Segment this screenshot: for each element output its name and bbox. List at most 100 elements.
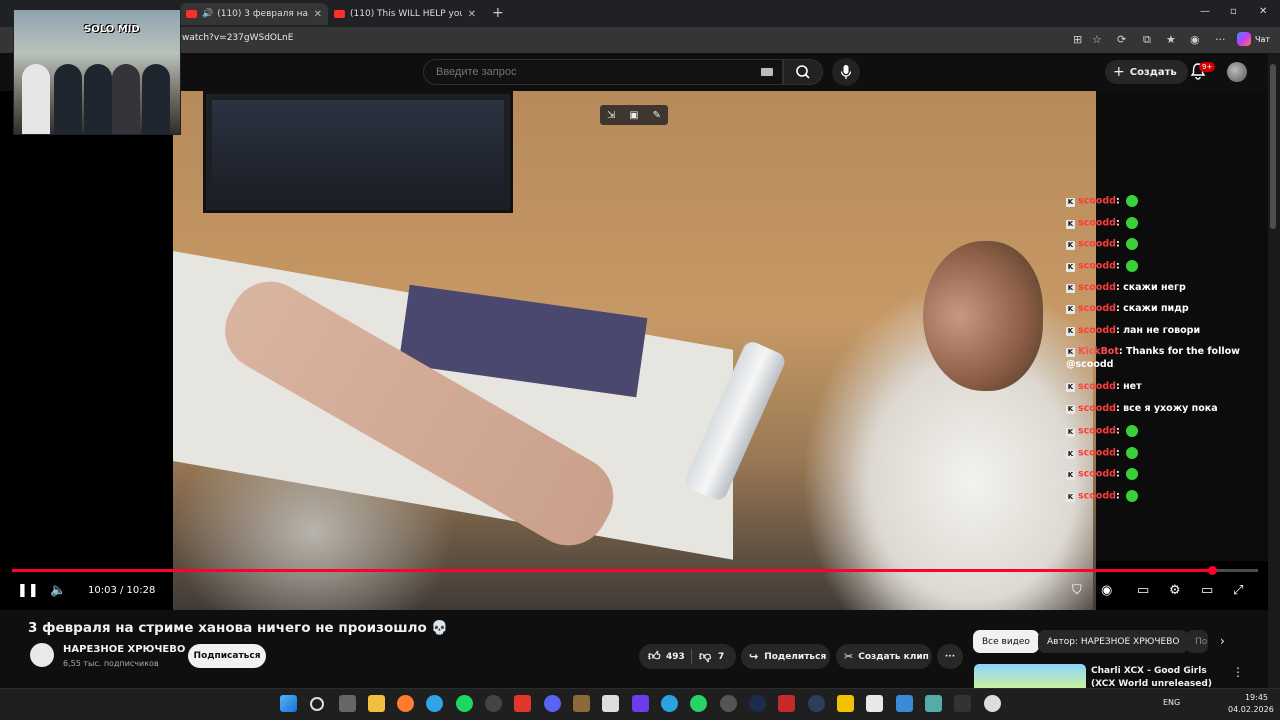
chat-emote-icon: [1126, 468, 1139, 480]
chip-partial[interactable]: По: [1186, 630, 1208, 653]
maximize-button[interactable]: ▫: [1230, 6, 1237, 17]
start-icon[interactable]: [280, 695, 297, 712]
whatsapp-icon[interactable]: [690, 695, 707, 712]
app-icon[interactable]: [632, 695, 649, 712]
more-actions-button[interactable]: ···: [937, 644, 963, 669]
app-icon[interactable]: [837, 695, 854, 712]
edge-icon[interactable]: [426, 695, 443, 712]
new-tab-button[interactable]: +: [492, 5, 504, 21]
url-field[interactable]: watch?v=237gWSdOLnE: [182, 33, 293, 43]
app-icon[interactable]: [896, 695, 913, 712]
star-icon[interactable]: ☆: [1092, 33, 1102, 46]
taskbar-search-icon[interactable]: [310, 697, 324, 711]
chat-username: scoodd: [1078, 260, 1116, 272]
progress-scrubber[interactable]: [1208, 566, 1217, 575]
close-icon[interactable]: ✕: [468, 9, 476, 20]
pip-exit-icon[interactable]: ⇲: [607, 110, 615, 121]
chat-username: scoodd: [1078, 325, 1116, 336]
app-icon[interactable]: ⊞: [1073, 33, 1082, 46]
app-icon[interactable]: [485, 695, 502, 712]
pip-thumbnail[interactable]: SOLO MID: [13, 9, 181, 135]
favorites-icon[interactable]: ★: [1166, 33, 1176, 46]
fullscreen-button[interactable]: ⤢: [1233, 583, 1243, 598]
thumbs-up-icon[interactable]: 👍︎: [648, 649, 661, 664]
pip-cast-icon[interactable]: ▣: [629, 110, 638, 121]
app-icon[interactable]: [954, 695, 971, 712]
split-screen-icon[interactable]: ⧉: [1143, 33, 1151, 47]
recommended-thumbnail[interactable]: [974, 664, 1086, 688]
recommended-title[interactable]: Charli XCX - Good Girls (XCX World unrel…: [1091, 665, 1221, 688]
tab-sleep-video[interactable]: (110) This WILL HELP you to SLEEP ✕: [328, 3, 482, 25]
settings-gear-icon[interactable]: ⚙: [1169, 583, 1181, 598]
sponsor-shield-icon[interactable]: ⛉: [1072, 583, 1082, 598]
clock-date: 04.02.2026: [1228, 705, 1274, 714]
search-button[interactable]: [783, 59, 823, 85]
chat-username: scoodd: [1078, 238, 1116, 250]
autoplay-toggle[interactable]: ◉: [1101, 583, 1112, 598]
search-input[interactable]: [436, 66, 736, 78]
spotify-icon[interactable]: [456, 695, 473, 712]
kick-badge-icon: K: [1066, 405, 1075, 414]
channel-name[interactable]: НАРЕЗНОЕ ХРЮЧЕВО: [63, 644, 185, 655]
close-icon[interactable]: ✕: [314, 9, 322, 20]
app-icon[interactable]: [925, 695, 942, 712]
app-icon[interactable]: [514, 695, 531, 712]
like-dislike-group: 👍︎ 493 👎︎ 7: [639, 644, 736, 669]
more-vertical-icon[interactable]: ⋮: [1232, 665, 1244, 679]
chat-username: KickBot: [1078, 346, 1119, 357]
profile-icon[interactable]: ◉: [1190, 33, 1200, 46]
app-icon[interactable]: [749, 695, 766, 712]
task-view-icon[interactable]: [339, 695, 356, 712]
theater-mode-button[interactable]: ▭: [1201, 583, 1213, 598]
app-icon[interactable]: [720, 695, 737, 712]
app-icon[interactable]: [573, 695, 590, 712]
copilot-chat-button[interactable]: Чат: [1237, 32, 1270, 46]
minimize-button[interactable]: —: [1200, 6, 1210, 17]
chevron-right-icon[interactable]: ›: [1220, 634, 1225, 648]
chat-message: Kscoodd:: [1066, 260, 1139, 272]
scrollbar-thumb[interactable]: [1270, 64, 1276, 229]
extension-icon[interactable]: ⟳: [1117, 33, 1126, 46]
steam-icon[interactable]: [808, 695, 825, 712]
telegram-icon[interactable]: [661, 695, 678, 712]
chat-message: Kscoodd: все я ухожу пока: [1066, 403, 1218, 414]
filezilla-icon[interactable]: [778, 695, 795, 712]
search-box[interactable]: [423, 59, 783, 85]
create-clip-button[interactable]: ✂ Создать клип: [836, 644, 932, 669]
chat-username: scoodd: [1078, 282, 1116, 293]
subscribe-button[interactable]: Подписаться: [188, 644, 266, 668]
tab-current-video[interactable]: 🔊 (110) 3 февраля на стриме ха ✕: [180, 3, 328, 25]
account-avatar[interactable]: [1227, 62, 1247, 82]
dislike-count[interactable]: 7: [718, 652, 724, 662]
system-clock[interactable]: 19:45 04.02.2026: [1228, 692, 1274, 716]
chip-all-videos[interactable]: Все видео: [973, 630, 1039, 653]
file-explorer-icon[interactable]: [368, 695, 385, 712]
close-window-button[interactable]: ✕: [1259, 6, 1267, 17]
more-icon[interactable]: ···: [1215, 33, 1226, 46]
input-language[interactable]: ENG: [1163, 698, 1180, 707]
share-button[interactable]: ↪ Поделиться: [741, 644, 830, 669]
firefox-icon[interactable]: [397, 695, 414, 712]
chat-label: Чат: [1255, 34, 1271, 44]
voice-search-button[interactable]: [832, 58, 860, 86]
pip-note-icon[interactable]: ✎: [653, 110, 661, 121]
app-icon[interactable]: [602, 695, 619, 712]
create-button[interactable]: + Создать: [1105, 60, 1188, 84]
app-icon[interactable]: [984, 695, 1001, 712]
chip-author[interactable]: Автор: НАРЕЗНОЕ ХРЮЧЕВО: [1038, 630, 1189, 653]
thumbs-down-icon[interactable]: 👎︎: [699, 649, 711, 664]
app-icon[interactable]: [866, 695, 883, 712]
video-person: [753, 221, 1093, 610]
pause-button[interactable]: ❚❚: [17, 583, 39, 598]
discord-icon[interactable]: [544, 695, 561, 712]
subtitles-button[interactable]: ▭: [1137, 583, 1149, 598]
channel-avatar[interactable]: [30, 643, 54, 667]
volume-button[interactable]: 🔈: [50, 583, 66, 598]
kick-badge-icon: K: [1066, 197, 1075, 207]
chat-text: @scoodd: [1066, 359, 1114, 370]
speaker-icon[interactable]: 🔊: [202, 9, 213, 19]
keyboard-icon[interactable]: [761, 68, 773, 76]
like-count[interactable]: 493: [666, 652, 685, 662]
chat-message: Kscoodd:: [1066, 238, 1139, 250]
chat-emote-icon: [1126, 217, 1139, 229]
